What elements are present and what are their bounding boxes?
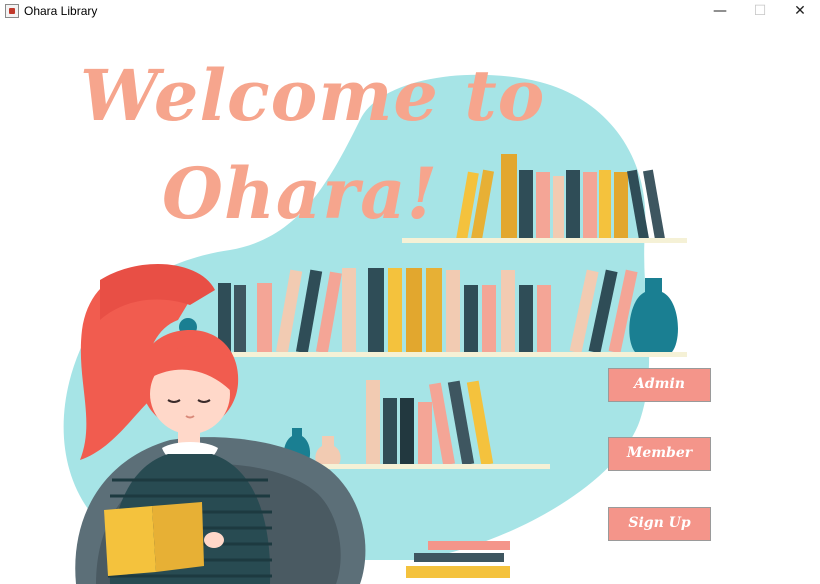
close-button[interactable]: ✕ (780, 0, 820, 24)
java-cup-icon (5, 4, 19, 18)
member-button[interactable]: Member (608, 437, 711, 471)
welcome-heading-line1: Welcome to (80, 54, 546, 137)
top-shelf (402, 238, 687, 243)
minimize-button[interactable]: — (700, 0, 740, 24)
welcome-heading-line2: Ohara! (162, 152, 439, 235)
lower-shelf (300, 464, 550, 469)
maximize-button[interactable]: ☐ (740, 0, 780, 24)
open-book-icon (104, 506, 156, 576)
middle-shelf (232, 352, 687, 357)
admin-button[interactable]: Admin (608, 368, 711, 402)
window-title: Ohara Library (24, 4, 98, 18)
title-bar: Ohara Library — ☐ ✕ (0, 0, 820, 24)
sign-up-button[interactable]: Sign Up (608, 507, 711, 541)
